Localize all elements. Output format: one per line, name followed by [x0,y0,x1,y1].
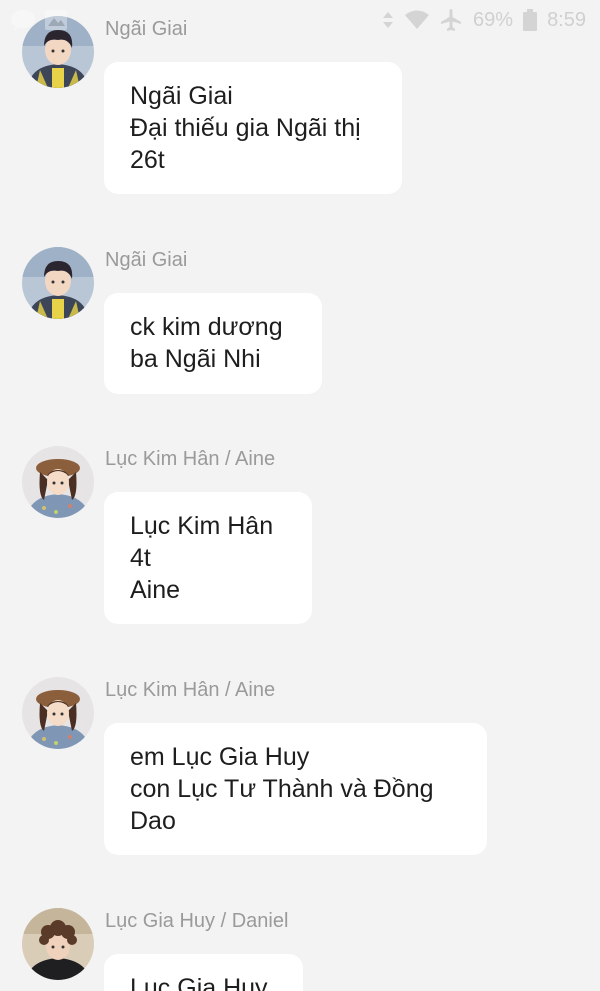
message-bubble[interactable]: ck kim dương ba Ngãi Nhi [104,293,322,394]
message-bubble[interactable]: Ngãi Giai Đại thiếu gia Ngãi thị 26t [104,62,402,194]
message-line: Lục Gia Huy [130,974,268,991]
message-line: Đại thiếu gia Ngãi thị [130,114,361,142]
battery-percent: 69% [473,8,514,31]
message-line: Ngãi Giai [130,82,233,110]
chat-bubble-icon [10,9,36,36]
chat-screen: 69% 8:59 Ngãi Giai Ngãi Giai Đại thiếu g… [0,0,600,991]
signal-icon [381,10,395,30]
message-line: Aine [130,576,181,604]
airplane-mode-icon [439,8,463,32]
status-bar: 69% 8:59 [0,0,600,42]
clock: 8:59 [547,8,586,31]
wifi-icon [405,10,430,30]
battery-icon [523,9,538,31]
status-right-icons: 69% 8:59 [381,8,586,32]
message-line: ck kim dương [130,313,283,341]
sender-name: Ngãi Giai [105,249,188,271]
image-icon [44,9,68,36]
message-line: Dao [130,807,176,835]
message-line: 4t [130,544,151,572]
message-line: 26t [130,146,165,174]
avatar-girl-hat-icon[interactable] [22,677,94,749]
message-bubble[interactable]: Lục Kim Hân 4t Aine [104,492,312,624]
message-bubble[interactable]: Lục Gia Huy [104,954,303,991]
sender-name: Lục Kim Hân / Aine [105,679,276,701]
status-left-icons [10,9,68,36]
avatar-boy-plaid-icon[interactable] [22,247,94,319]
message-line: em Lục Gia Huy [130,743,310,771]
sender-name: Lục Kim Hân / Aine [105,448,276,470]
avatar-boy-curly-icon[interactable] [22,908,94,980]
avatar-girl-hat-icon[interactable] [22,446,94,518]
message-bubble[interactable]: em Lục Gia Huy con Lục Tư Thành và Đồng … [104,723,487,855]
message-line: con Lục Tư Thành và Đồng [130,775,434,803]
message-line: Lục Kim Hân [130,512,274,540]
sender-name: Lục Gia Huy / Daniel [105,910,289,932]
message-line: ba Ngãi Nhi [130,345,261,373]
